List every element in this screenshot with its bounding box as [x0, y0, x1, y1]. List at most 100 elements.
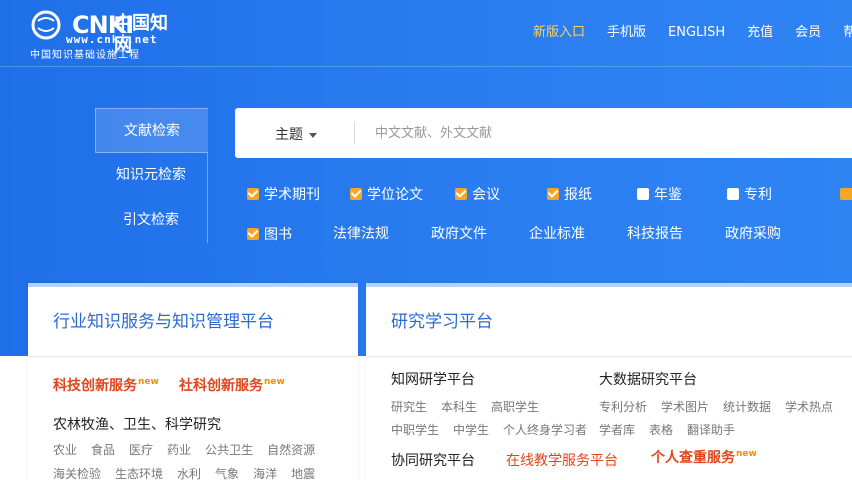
new-badge: new: [264, 377, 285, 388]
checkbox-unchecked-icon: [727, 188, 739, 200]
tag-link[interactable]: 统计数据: [723, 398, 771, 415]
section-title: 农林牧渔、卫生、科学研究: [53, 417, 221, 433]
social-science-innovation-service-link[interactable]: 社科创新服务new: [179, 375, 285, 395]
literature-types-row-1: 学术期刊 学位论文 会议 报纸 年鉴 专利: [247, 184, 772, 204]
plagiarism-check-service-link[interactable]: 个人查重服务new: [651, 447, 757, 467]
search-scope-dropdown[interactable]: 主题: [275, 124, 317, 144]
industry-platform-card: 行业知识服务与知识管理平台 科技创新服务new 社科创新服务new 农林牧渔、卫…: [28, 283, 358, 480]
tag-link[interactable]: 药业: [167, 441, 191, 458]
checkbox-patents[interactable]: 专利: [727, 184, 772, 204]
nav-recharge-link[interactable]: 充值: [747, 24, 773, 42]
search-scope-label: 主题: [275, 127, 303, 143]
tag-link[interactable]: 表格: [649, 421, 673, 438]
cnki-logo[interactable]: CNKI 中国知网 www.cnki.net 中国知识基础设施工程: [30, 9, 180, 61]
search-divider: [354, 122, 355, 144]
tag-link[interactable]: 学术图片: [661, 398, 709, 415]
tag-link[interactable]: 海关检验: [53, 465, 101, 480]
tag-link[interactable]: 公共卫生: [205, 441, 253, 458]
search-box: 主题: [235, 108, 852, 158]
card-title: 行业知识服务与知识管理平台: [28, 287, 358, 357]
checkbox-label: 会议: [472, 187, 500, 203]
collaborative-research-platform-link[interactable]: 协同研究平台: [391, 450, 475, 470]
checkbox-label: 报纸: [564, 187, 592, 203]
tag-link[interactable]: 气象: [215, 465, 239, 480]
checkbox-dissertations[interactable]: 学位论文: [350, 184, 423, 204]
checkbox-newspapers[interactable]: 报纸: [547, 184, 592, 204]
checkbox-label: 专利: [744, 187, 772, 203]
checkbox-unchecked-icon: [637, 188, 649, 200]
tag-link[interactable]: 生态环境: [115, 465, 163, 480]
literature-types-row-2: 图书 法律法规 政府文件 企业标准 科技报告 政府采购: [247, 224, 781, 244]
tag-link[interactable]: 地震: [291, 465, 315, 480]
logo-url: www.cnki.net: [66, 33, 158, 46]
nav-new-version-link[interactable]: 新版入口: [533, 24, 585, 42]
type-enterprise-standards[interactable]: 企业标准: [529, 224, 585, 244]
tag-link[interactable]: 学者库: [599, 421, 635, 438]
chevron-down-icon: [309, 132, 317, 138]
type-tech-reports[interactable]: 科技报告: [627, 224, 683, 244]
industry-tags-row-2: 海关检验 生态环境 水利 气象 海洋 地震: [53, 465, 329, 480]
tag-link[interactable]: 中学生: [453, 421, 489, 438]
checkbox-checked-icon: [247, 188, 259, 200]
tag-link[interactable]: 个人终身学习者: [503, 421, 587, 438]
tag-link[interactable]: 研究生: [391, 398, 427, 415]
checkbox-checked-icon: [247, 228, 259, 240]
industry-tags-row-1: 农业 食品 医疗 药业 公共卫生 自然资源: [53, 441, 329, 458]
tag-link[interactable]: 医疗: [129, 441, 153, 458]
tag-link[interactable]: 专利分析: [599, 398, 647, 415]
new-badge: new: [138, 377, 159, 388]
nav-english-link[interactable]: ENGLISH: [668, 24, 725, 42]
search-mode-tabs: 文献检索 知识元检索 引文检索: [95, 108, 208, 243]
tag-link[interactable]: 中职学生: [391, 421, 439, 438]
tab-knowledge-element-search[interactable]: 知识元检索: [95, 153, 208, 198]
tag-link[interactable]: 翻译助手: [687, 421, 735, 438]
tech-innovation-service-link[interactable]: 科技创新服务new: [53, 375, 159, 395]
logo-tagline: 中国知识基础设施工程: [30, 50, 140, 61]
checkbox-label: 学位论文: [367, 187, 423, 203]
tag-link[interactable]: 农业: [53, 441, 77, 458]
link-label: 科技创新服务: [53, 378, 137, 394]
type-laws[interactable]: 法律法规: [333, 224, 389, 244]
tag-link[interactable]: 高职学生: [491, 398, 539, 415]
big-data-tags-row-2: 学者库 表格 翻译助手: [599, 421, 749, 438]
checkbox-conferences[interactable]: 会议: [455, 184, 500, 204]
cnki-study-platform-link[interactable]: 知网研学平台: [391, 369, 475, 389]
checkbox-checked-icon: [455, 188, 467, 200]
tag-link[interactable]: 学术热点: [785, 398, 833, 415]
search-input[interactable]: [365, 118, 845, 148]
nav-help-link[interactable]: 帮助: [843, 24, 852, 42]
tab-literature-search[interactable]: 文献检索: [95, 108, 208, 153]
big-data-tags-row-1: 专利分析 学术图片 统计数据 学术热点: [599, 398, 847, 415]
checkbox-label: 学术期刊: [264, 187, 320, 203]
card-title: 研究学习平台: [366, 287, 852, 357]
study-tags-row-2: 中职学生 中学生 个人终身学习者: [391, 421, 601, 438]
nav-member-link[interactable]: 会员: [795, 24, 821, 42]
type-government-procurement[interactable]: 政府采购: [725, 224, 781, 244]
study-tags-row-1: 研究生 本科生 高职学生: [391, 398, 553, 415]
checkbox-label: 年鉴: [654, 187, 682, 203]
checkbox-journals[interactable]: 学术期刊: [247, 184, 320, 204]
checkbox-books[interactable]: 图书: [247, 224, 292, 244]
tag-link[interactable]: 水利: [177, 465, 201, 480]
tab-citation-search[interactable]: 引文检索: [95, 198, 208, 243]
link-label: 个人查重服务: [651, 450, 735, 466]
checkbox-partial-icon[interactable]: [840, 188, 852, 200]
tag-link[interactable]: 本科生: [441, 398, 477, 415]
big-data-platform-link[interactable]: 大数据研究平台: [599, 369, 697, 389]
checkbox-label: 图书: [264, 227, 292, 243]
top-nav: 新版入口 手机版 ENGLISH 充值 会员 帮助: [533, 24, 852, 42]
checkbox-checked-icon: [350, 188, 362, 200]
tag-link[interactable]: 海洋: [253, 465, 277, 480]
cnki-logo-mark-icon: [31, 10, 61, 40]
top-bar: CNKI 中国知网 www.cnki.net 中国知识基础设施工程 新版入口 手…: [0, 0, 852, 67]
checkbox-yearbooks[interactable]: 年鉴: [637, 184, 682, 204]
new-badge: new: [736, 449, 757, 460]
nav-mobile-link[interactable]: 手机版: [607, 24, 646, 42]
checkbox-checked-icon: [547, 188, 559, 200]
online-teaching-platform-link[interactable]: 在线教学服务平台: [506, 450, 618, 470]
tag-link[interactable]: 食品: [91, 441, 115, 458]
type-government-documents[interactable]: 政府文件: [431, 224, 487, 244]
link-label: 社科创新服务: [179, 378, 263, 394]
research-platform-card: 研究学习平台 知网研学平台 研究生 本科生 高职学生 中职学生 中学生 个人终身…: [366, 283, 852, 480]
tag-link[interactable]: 自然资源: [267, 441, 315, 458]
